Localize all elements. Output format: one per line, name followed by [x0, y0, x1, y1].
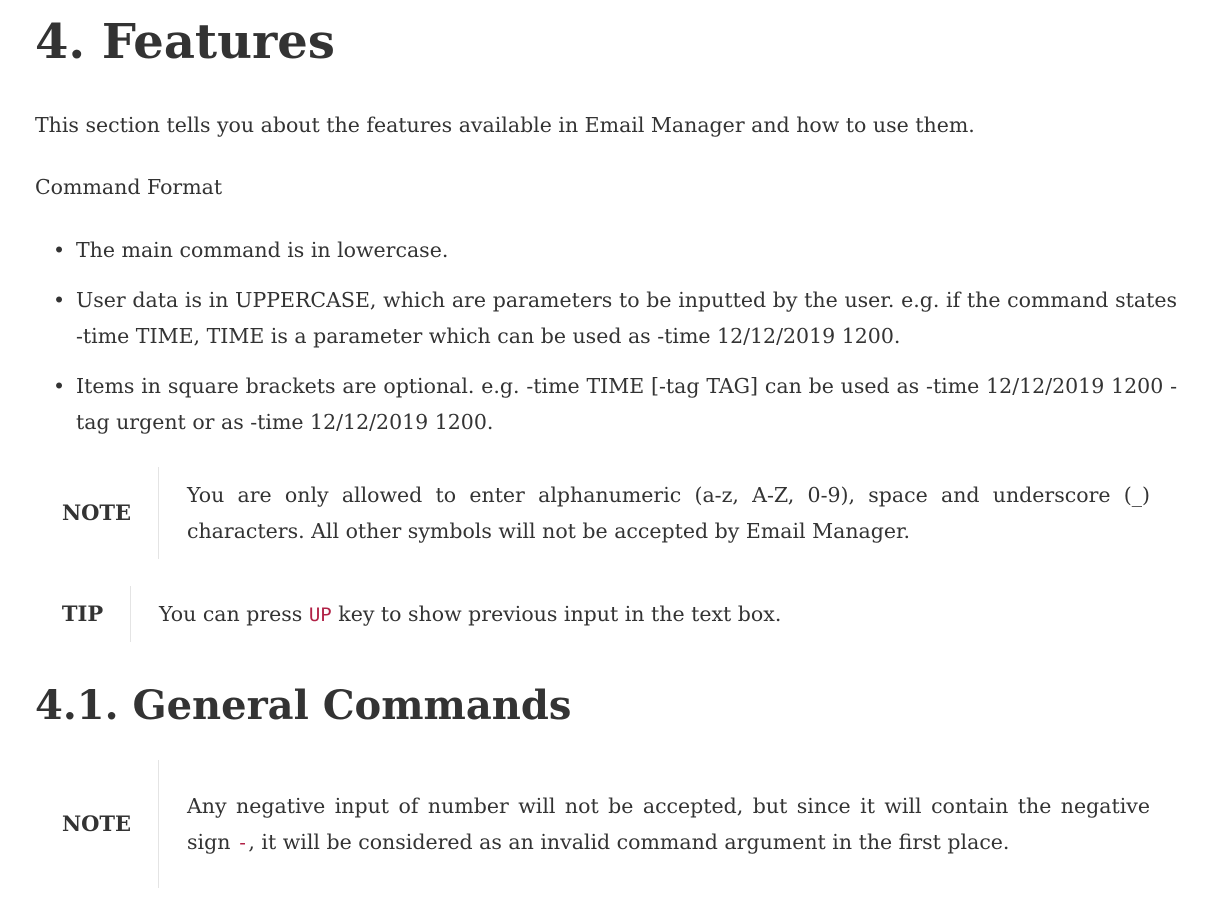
note-text: You are only allowed to enter alphanumer…: [187, 483, 1150, 543]
tip-text-before: You can press: [159, 601, 309, 626]
tip-label: TIP: [35, 586, 131, 642]
note-text: Any negative input of number will not be…: [159, 788, 1150, 861]
subsection-heading: 4.1. General Commands: [35, 682, 572, 729]
note-admonition: NOTE You are only allowed to enter alpha…: [35, 467, 1150, 559]
note-text-after: , it will be considered as an invalid co…: [248, 829, 1010, 854]
inline-code: UP: [308, 603, 332, 626]
intro-paragraph: This section tells you about the feature…: [35, 113, 975, 137]
note-admonition: NOTE Any negative input of number will n…: [35, 760, 1150, 888]
tip-admonition: TIP You can press UP key to show previou…: [35, 586, 1150, 642]
list-item: User data is in UPPERCASE, which are par…: [35, 282, 1177, 354]
note-label: NOTE: [35, 760, 159, 888]
command-format-list: The main command is in lowercase. User d…: [35, 232, 1177, 454]
list-item: The main command is in lowercase.: [35, 232, 1177, 268]
section-heading: 4. Features: [35, 14, 335, 70]
inline-code: -: [236, 831, 249, 854]
note-label: NOTE: [35, 467, 159, 559]
list-item: Items in square brackets are optional. e…: [35, 368, 1177, 440]
tip-text: You can press UP key to show previous in…: [131, 596, 1150, 633]
tip-text-after: key to show previous input in the text b…: [331, 601, 782, 626]
command-format-title: Command Format: [35, 175, 223, 199]
